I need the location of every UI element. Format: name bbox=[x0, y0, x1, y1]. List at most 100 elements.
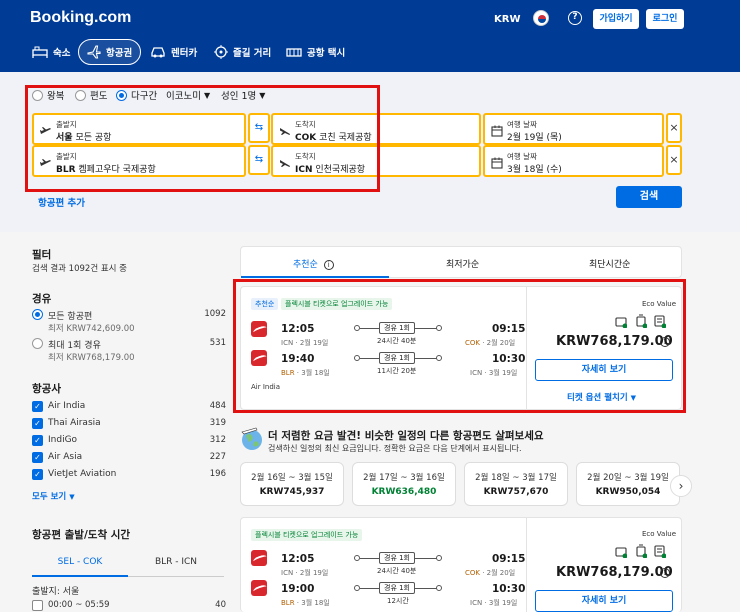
tab-fastest[interactable]: 최단시간순 bbox=[589, 257, 630, 270]
segment-tab-sel-cok[interactable]: SEL - COK bbox=[32, 547, 128, 577]
airline-checkbox[interactable]: ✓ bbox=[32, 435, 43, 446]
route-end-dot bbox=[436, 555, 442, 561]
arrival-place: COK · 2월 20일 bbox=[465, 568, 515, 578]
stops-option-count: 1092 bbox=[204, 309, 226, 319]
info-icon: i bbox=[323, 260, 334, 270]
stops-option-label: 최대 1회 경유 bbox=[48, 341, 101, 351]
chevron-down-icon: ▼ bbox=[69, 493, 75, 501]
result-count: 검색 결과 1092건 표시 중 bbox=[32, 264, 128, 274]
airline-label: Thai Airasia bbox=[48, 418, 101, 428]
show-all-label: 모두 보기 bbox=[32, 492, 67, 502]
airline-checkbox[interactable]: ✓ bbox=[32, 401, 43, 412]
airline-label: IndiGo bbox=[48, 435, 78, 445]
checked-bag-icon bbox=[654, 545, 666, 558]
time-range-checkbox[interactable] bbox=[32, 600, 43, 611]
airline-count: 196 bbox=[209, 469, 226, 479]
search-button[interactable]: 검색 bbox=[616, 186, 682, 208]
show-all-airlines-link[interactable]: 모두 보기 ▼ bbox=[32, 490, 75, 502]
nav-label: 렌터카 bbox=[171, 48, 198, 59]
alt-date-card[interactable]: 2월 20일 ~ 3월 19일 KRW950,054 bbox=[576, 462, 680, 506]
airline-checkbox[interactable]: ✓ bbox=[32, 469, 43, 480]
car-icon bbox=[151, 47, 165, 58]
arrival-code: COK bbox=[465, 569, 480, 577]
departure-place: BLR · 3월 18일 bbox=[281, 598, 330, 608]
promo-subtitle: 검색하신 일정의 최신 요금입니다. 정확한 요금은 다음 단계에서 표시됩니다… bbox=[268, 444, 522, 453]
alt-date-price: KRW745,937 bbox=[259, 487, 325, 497]
nav-stays[interactable]: 숙소 bbox=[24, 39, 78, 65]
airline-count: 319 bbox=[209, 418, 226, 428]
see-details-button[interactable]: 자세히 보기 bbox=[535, 590, 673, 612]
alt-date-price: KRW636,480 bbox=[371, 487, 437, 497]
annotation-highlight-box bbox=[233, 279, 686, 413]
air-india-logo-icon bbox=[251, 550, 267, 566]
field-label: 여행 날짜 bbox=[507, 152, 537, 161]
stops-badge: 경유 1회 bbox=[379, 552, 415, 564]
remove-leg-button-2[interactable]: × bbox=[666, 145, 682, 175]
departure-code: BLR bbox=[281, 599, 295, 607]
date-field-1[interactable]: 여행 날짜 2월 19일 (목) bbox=[483, 113, 664, 145]
alt-date-price: KRW757,670 bbox=[483, 487, 549, 497]
airline-label: Air India bbox=[48, 401, 86, 411]
stops-option-label: 모든 항공편 bbox=[48, 312, 93, 322]
arrival-time: 10:30 bbox=[492, 583, 526, 595]
stops-option-sub: 최저 KRW768,179.00 bbox=[48, 353, 135, 363]
nav-flights[interactable]: 항공권 bbox=[78, 39, 142, 65]
nav-label: 숙소 bbox=[53, 48, 71, 59]
departure-time: 12:05 bbox=[281, 553, 315, 565]
nav-label: 즐길 거리 bbox=[233, 48, 272, 59]
active-tab-underline bbox=[241, 276, 389, 278]
login-button[interactable]: 로그인 bbox=[646, 9, 684, 29]
help-icon[interactable]: ? bbox=[568, 11, 582, 25]
flight-result-card[interactable]: 플렉시블 티켓으로 업그레이드 가능 12:05 ICN · 2월 19일 경유… bbox=[240, 517, 682, 612]
cabin-bag-icon bbox=[636, 544, 647, 558]
personal-item-icon bbox=[615, 547, 627, 558]
route-end-dot bbox=[436, 585, 442, 591]
nav-airport-taxi[interactable]: 공항 택시 bbox=[278, 39, 353, 65]
bed-icon bbox=[32, 46, 48, 58]
tab-recommended[interactable]: 추천순 i bbox=[293, 257, 334, 270]
departure-date: · 3월 18일 bbox=[294, 599, 330, 607]
time-range-count: 40 bbox=[215, 600, 226, 610]
alt-date-card[interactable]: 2월 17일 ~ 3월 16일 KRW636,480 bbox=[352, 462, 456, 506]
alt-date-card[interactable]: 2월 16일 ~ 3월 15일 KRW745,937 bbox=[240, 462, 344, 506]
air-india-logo-icon bbox=[251, 580, 267, 596]
card-divider bbox=[526, 518, 527, 612]
departure-time: 19:00 bbox=[281, 583, 315, 595]
stops-radio-max1[interactable] bbox=[32, 338, 43, 349]
calendar-icon bbox=[491, 125, 503, 137]
add-flight-link[interactable]: 항공편 추가 bbox=[38, 195, 85, 209]
airline-count: 227 bbox=[209, 452, 226, 462]
price-info-icon[interactable]: ? bbox=[660, 568, 670, 578]
annotation-highlight-box bbox=[25, 85, 380, 192]
stops-option-sub: 최저 KRW742,609.00 bbox=[48, 324, 135, 334]
promo-title: 더 저렴한 요금 발견! 비슷한 일정의 다른 항공편도 살펴보세요 bbox=[268, 430, 544, 442]
segment-tab-blr-icn[interactable]: BLR - ICN bbox=[128, 547, 224, 577]
departure-label: 출발지: 서울 bbox=[32, 587, 80, 597]
alt-date-price: KRW950,054 bbox=[595, 487, 661, 497]
stops-radio-all[interactable] bbox=[32, 309, 43, 320]
alt-date-card[interactable]: 2월 18일 ~ 3월 17일 KRW757,670 bbox=[464, 462, 568, 506]
tab-cheapest[interactable]: 최저가순 bbox=[446, 257, 479, 270]
next-dates-button[interactable]: › bbox=[670, 475, 692, 497]
arrival-date: · 2월 20일 bbox=[480, 569, 516, 577]
eco-value-label: Eco Value bbox=[642, 530, 677, 538]
flight-duration: 12시간 bbox=[387, 597, 409, 605]
field-value: 2월 19일 (목) bbox=[507, 133, 562, 143]
arrival-place: ICN · 3월 19일 bbox=[470, 599, 518, 607]
top-header: Booking.com KRW ? 가입하기 로그인 숙소 항공권 렌터카 즐길… bbox=[0, 0, 740, 72]
field-label: 여행 날짜 bbox=[507, 120, 537, 129]
date-field-2[interactable]: 여행 날짜 3월 18일 (수) bbox=[483, 145, 664, 177]
departure-place: ICN · 2월 19일 bbox=[281, 569, 329, 577]
korea-flag-icon[interactable] bbox=[533, 10, 549, 26]
booking-logo[interactable]: Booking.com bbox=[30, 9, 131, 27]
airline-checkbox[interactable]: ✓ bbox=[32, 452, 43, 463]
nav-car-rental[interactable]: 렌터카 bbox=[142, 39, 205, 65]
alt-date-range: 2월 17일 ~ 3월 16일 bbox=[363, 473, 445, 483]
signup-button[interactable]: 가입하기 bbox=[593, 9, 639, 29]
currency-selector[interactable]: KRW bbox=[494, 14, 520, 25]
tab-label: 추천순 bbox=[293, 260, 318, 270]
remove-leg-button-1[interactable]: × bbox=[666, 113, 682, 143]
nav-attractions[interactable]: 즐길 거리 bbox=[206, 39, 279, 65]
airline-checkbox[interactable]: ✓ bbox=[32, 418, 43, 429]
airline-label: VietJet Aviation bbox=[48, 469, 117, 479]
